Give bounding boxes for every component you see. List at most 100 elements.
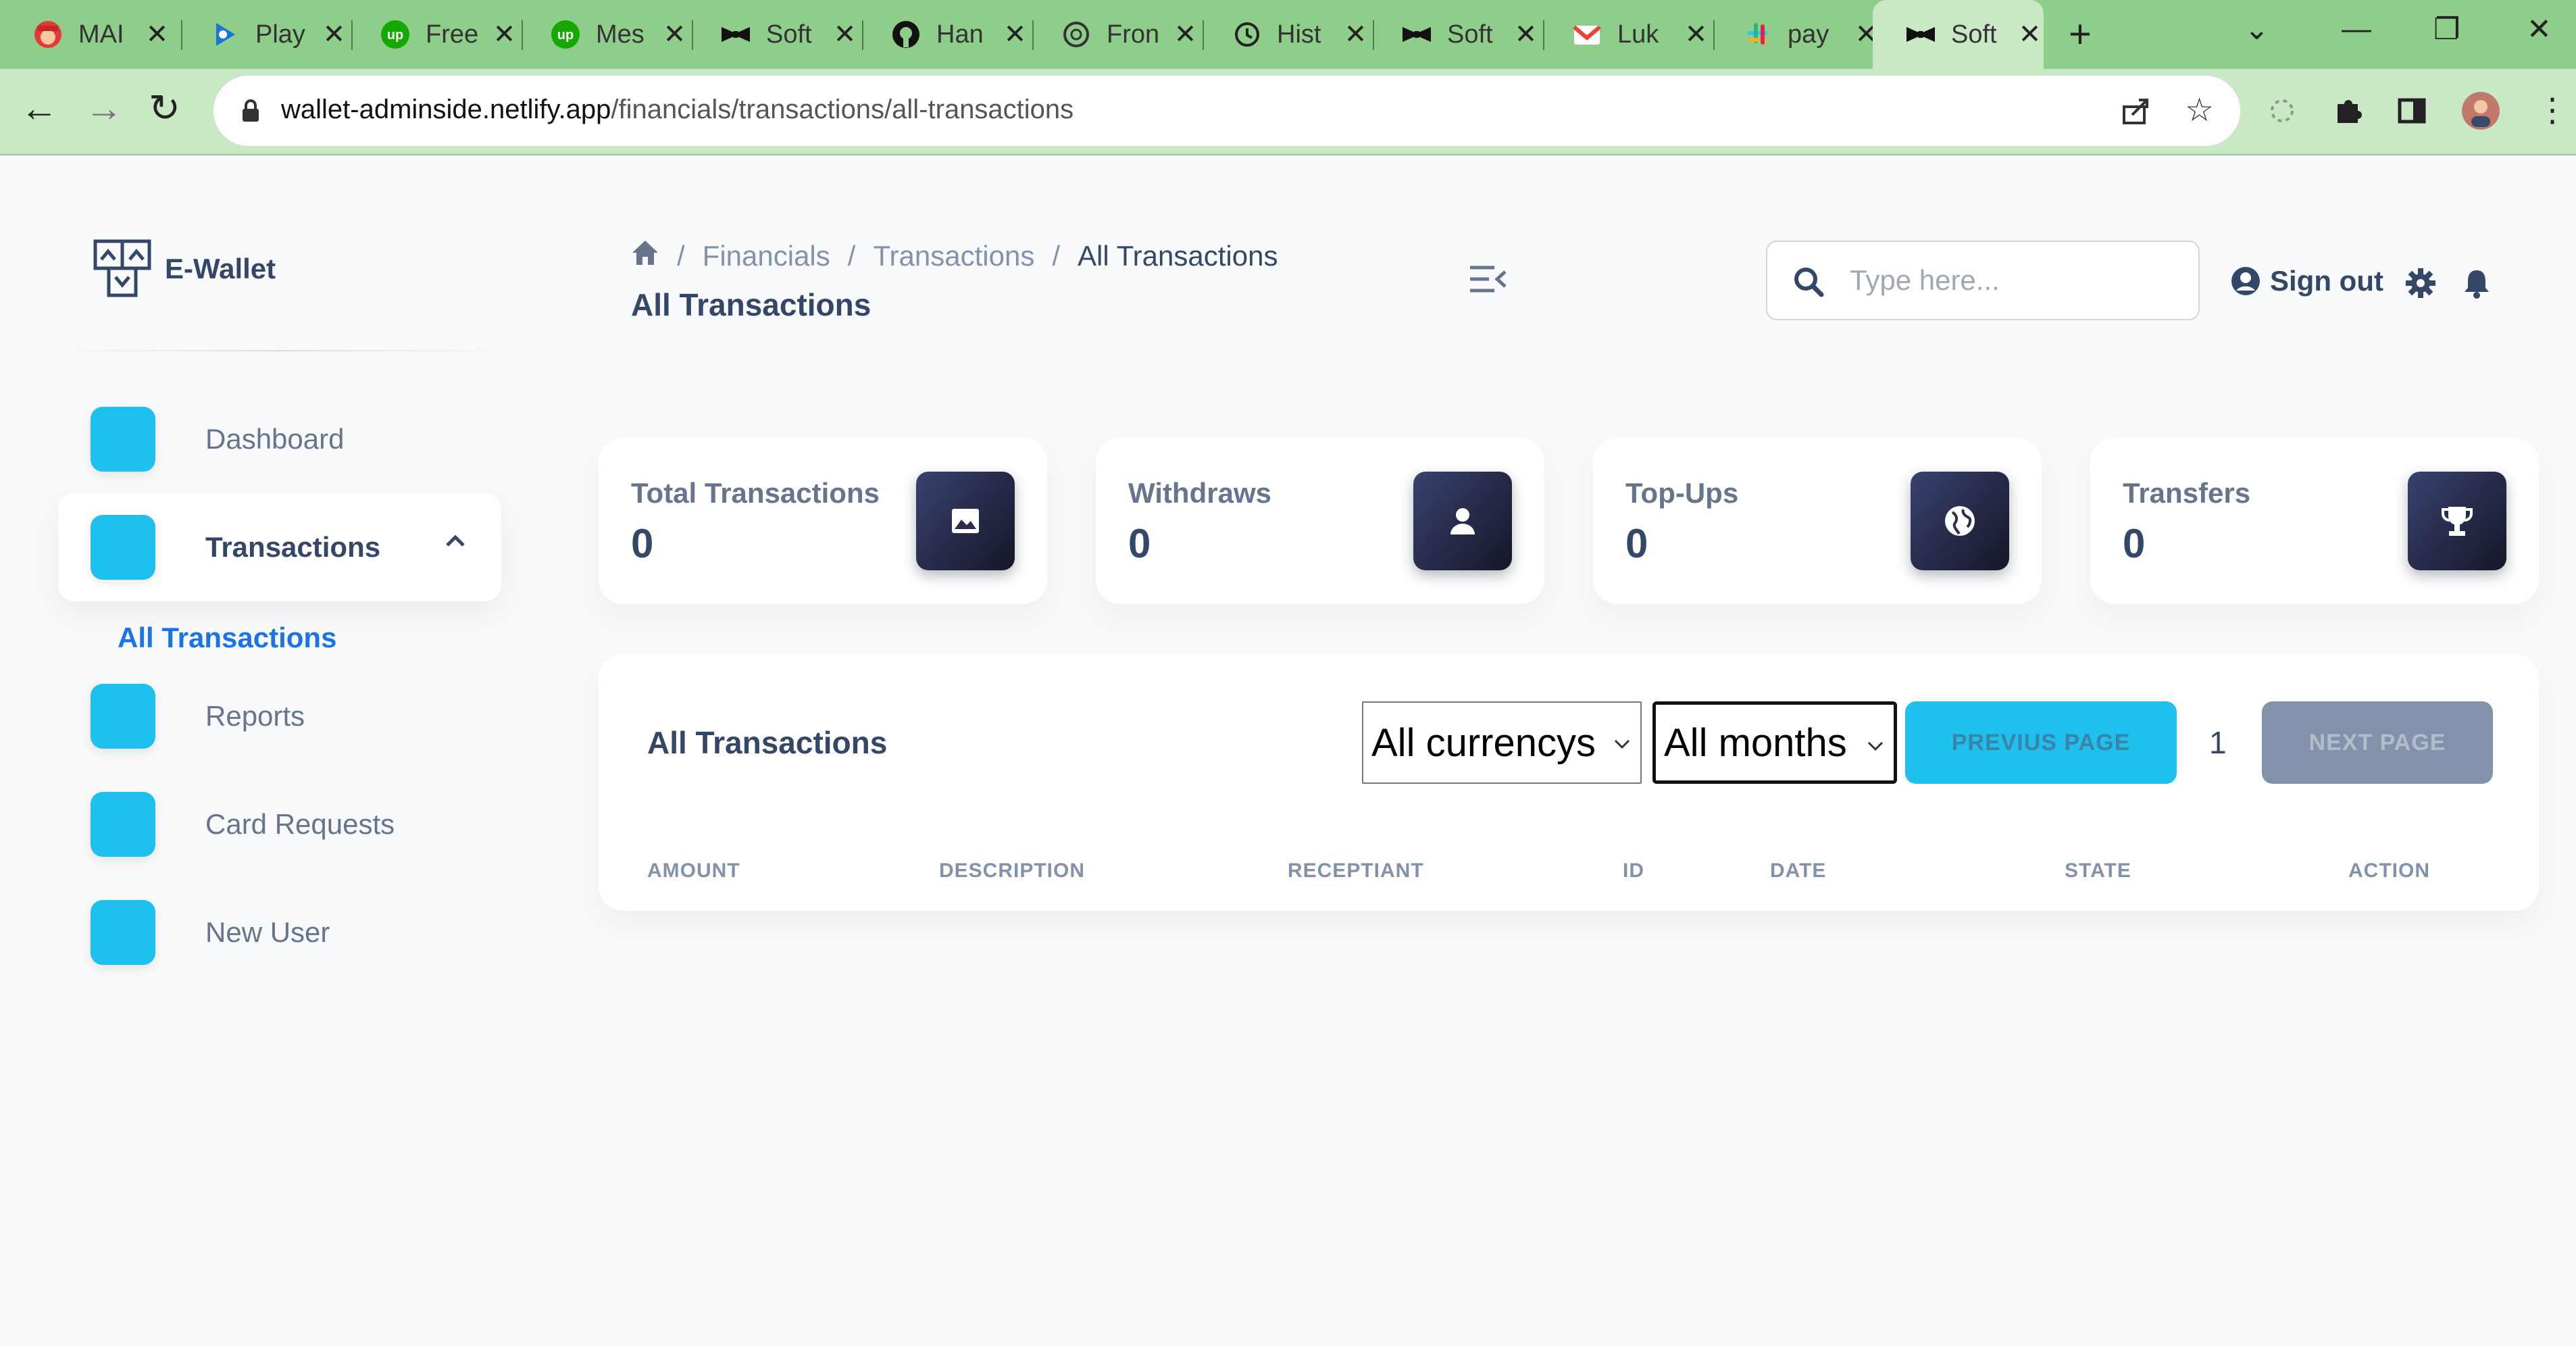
wallet-logo-icon — [93, 239, 151, 297]
trophy-icon — [2408, 472, 2506, 570]
browser-tab[interactable]: Soft ✕ — [688, 0, 859, 69]
gmail-icon — [1571, 19, 1602, 50]
previous-page-button[interactable]: PREVIUS PAGE — [1905, 701, 2177, 784]
history-icon — [1231, 19, 1262, 50]
chevron-up-icon[interactable] — [443, 527, 468, 561]
page-number: 1 — [2209, 725, 2227, 760]
browser-tab[interactable]: Soft ✕ — [1369, 0, 1540, 69]
bowtie-icon — [720, 19, 751, 50]
browser-tab[interactable]: up Free ✕ — [347, 0, 518, 69]
browser-tab[interactable]: Play ✕ — [177, 0, 348, 69]
close-window-button[interactable]: ✕ — [2527, 12, 2552, 47]
currency-select[interactable]: All currencys — [1362, 701, 1642, 784]
share-icon[interactable] — [2120, 95, 2152, 133]
sidenav-toggle-icon[interactable] — [1467, 262, 1508, 296]
forward-icon[interactable]: → — [85, 89, 123, 127]
new-user-icon — [91, 900, 155, 965]
close-icon[interactable]: ✕ — [1171, 21, 1199, 48]
next-page-button[interactable]: NEXT PAGE — [2262, 701, 2493, 784]
month-select[interactable]: All months — [1652, 701, 1897, 784]
column-header-id: ID — [1623, 859, 1644, 882]
page-title: All Transactions — [631, 287, 872, 322]
restore-button[interactable]: ❐ — [2433, 12, 2460, 47]
browser-tab[interactable]: pay ✕ — [1709, 0, 1880, 69]
column-header-state: STATE — [2065, 859, 2131, 882]
sidebar-item-dashboard[interactable]: Dashboard — [58, 385, 501, 493]
sidebar-item-new-user[interactable]: New User — [58, 878, 501, 987]
breadcrumb-financials[interactable]: Financials — [703, 240, 830, 272]
bookmark-star-icon[interactable]: ☆ — [2185, 95, 2214, 127]
globe-icon — [1911, 472, 2009, 570]
browser-tab[interactable]: Fron ✕ — [1028, 0, 1199, 69]
browser-tab[interactable]: Luk ✕ — [1539, 0, 1710, 69]
minimize-button[interactable]: — — [2342, 12, 2371, 46]
slack-icon — [1742, 19, 1773, 50]
column-header-description: DESCRIPTION — [939, 859, 1086, 882]
browser-tab[interactable]: up Mes ✕ — [517, 0, 688, 69]
bowtie-icon — [1905, 19, 1936, 50]
reload-icon[interactable]: ↻ — [149, 89, 180, 127]
side-panel-icon[interactable] — [2396, 95, 2428, 133]
profile-avatar[interactable] — [2460, 91, 2501, 137]
transactions-icon — [91, 515, 155, 580]
close-icon[interactable]: ✕ — [661, 21, 688, 48]
close-icon[interactable]: ✕ — [831, 21, 859, 48]
bell-icon[interactable] — [2462, 268, 2492, 299]
search-icon — [1793, 266, 1824, 297]
close-icon[interactable]: ✕ — [1001, 21, 1029, 48]
svg-text:up: up — [557, 28, 574, 43]
sidebar-item-reports[interactable]: Reports — [58, 662, 501, 770]
mario-icon — [32, 19, 64, 50]
search-input[interactable] — [1850, 257, 2181, 304]
search-box — [1766, 241, 2200, 320]
chevron-down-icon — [1613, 728, 1631, 757]
new-tab-button[interactable]: + — [2069, 15, 2092, 54]
svg-text:up: up — [387, 28, 403, 43]
panel-title: All Transactions — [647, 725, 888, 760]
back-icon[interactable]: ← — [20, 89, 58, 127]
stat-card-withdraws: Withdraws 0 — [1096, 438, 1544, 604]
close-icon[interactable]: ✕ — [490, 21, 518, 48]
breadcrumb-current: All Transactions — [1077, 240, 1278, 272]
stat-card-transfers: Transfers 0 — [2090, 438, 2539, 604]
image-icon — [916, 472, 1015, 570]
breadcrumb-transactions[interactable]: Transactions — [873, 240, 1034, 272]
sidebar-subitem-all-transactions[interactable]: All Transactions — [118, 622, 336, 654]
lock-icon[interactable] — [241, 99, 261, 127]
browser-tab-active[interactable]: Soft ✕ — [1873, 0, 2044, 69]
sign-out-button[interactable]: Sign out — [2231, 265, 2383, 297]
stat-card-top-ups: Top-Ups 0 — [1593, 438, 2042, 604]
extensions-puzzle-icon[interactable] — [2332, 95, 2365, 133]
column-header-amount: AMOUNT — [647, 859, 740, 882]
close-icon[interactable]: ✕ — [320, 21, 348, 48]
url-text[interactable]: wallet-adminside.netlify.app/financials/… — [281, 95, 1074, 125]
card-requests-icon — [91, 792, 155, 857]
transactions-panel: All Transactions All currencys All month… — [599, 654, 2539, 911]
close-icon[interactable]: ✕ — [143, 21, 171, 48]
browser-tab[interactable]: MAI ✕ — [0, 0, 171, 69]
sidebar-divider — [58, 350, 504, 351]
upwork-icon: up — [550, 19, 581, 50]
close-icon[interactable]: ✕ — [1342, 21, 1369, 48]
user-circle-icon — [2231, 266, 2261, 296]
github-icon — [890, 19, 921, 50]
user-icon — [1413, 472, 1512, 570]
breadcrumb: / Financials / Transactions / All Transa… — [631, 239, 1278, 273]
extension-spinner-icon[interactable] — [2266, 95, 2298, 133]
close-icon[interactable]: ✕ — [1682, 21, 1710, 48]
column-header-date: DATE — [1770, 859, 1827, 882]
browser-tab-bar: MAI ✕ Play ✕ up Free ✕ up Mes ✕ Soft ✕ H… — [0, 0, 2576, 69]
browser-tab[interactable]: Han ✕ — [858, 0, 1029, 69]
column-header-receptiant: RECEPTIANT — [1288, 859, 1424, 882]
close-icon[interactable]: ✕ — [1512, 21, 1540, 48]
close-icon[interactable]: ✕ — [2016, 21, 2044, 48]
home-icon[interactable] — [631, 239, 659, 273]
sidebar-item-card-requests[interactable]: Card Requests — [58, 770, 501, 878]
sidebar-item-transactions[interactable]: Transactions — [58, 493, 501, 601]
brand-name: E-Wallet — [165, 253, 276, 284]
tab-search-icon[interactable]: ⌄ — [2244, 12, 2269, 47]
gear-icon[interactable] — [2405, 268, 2436, 299]
browser-tab[interactable]: Hist ✕ — [1198, 0, 1369, 69]
play-icon — [209, 19, 241, 50]
browser-menu-icon[interactable]: ⋮ — [2536, 95, 2569, 127]
